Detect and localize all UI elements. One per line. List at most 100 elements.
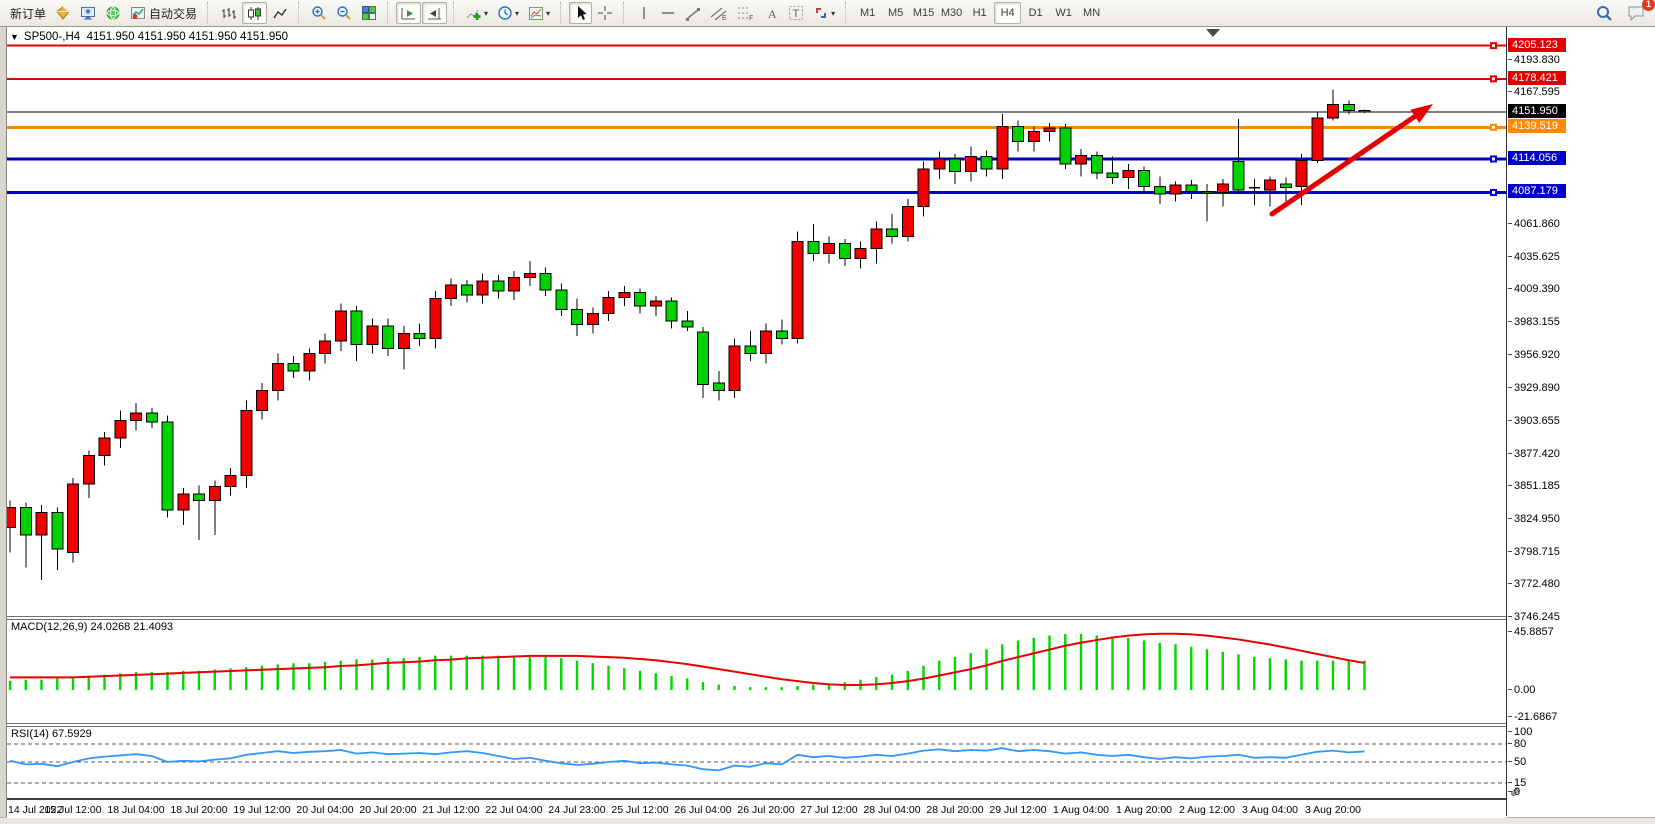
periods-dropdown[interactable]: ▾	[493, 2, 523, 24]
hline-4178-421[interactable]	[7, 75, 1506, 82]
candle-body	[272, 363, 283, 390]
timeframe-button-h1[interactable]: H1	[966, 2, 993, 24]
macd-histogram-bar	[733, 686, 735, 690]
candle-body	[650, 301, 661, 306]
macd-histogram-bar	[355, 659, 357, 690]
candle-body	[115, 421, 126, 438]
candle-body	[1044, 128, 1055, 132]
chart-canvas[interactable]	[7, 28, 1506, 802]
text-icon[interactable]: A	[760, 2, 783, 24]
zoom-in-icon[interactable]	[307, 2, 331, 24]
new-order-button[interactable]: 新订单	[3, 2, 50, 24]
search-button[interactable]	[1592, 2, 1617, 24]
candle-body	[761, 331, 772, 353]
candle-body	[934, 159, 945, 169]
green-globe-icon[interactable]	[101, 2, 125, 24]
timeframe-button-w1[interactable]: W1	[1050, 2, 1077, 24]
candle-body	[241, 411, 252, 476]
candle-body	[446, 285, 457, 299]
candle-body	[461, 285, 472, 295]
time-axis-label: 26 Jul 20:00	[737, 804, 794, 816]
line-chart-icon[interactable]	[268, 2, 292, 24]
candlestick-chart-icon-icon	[246, 6, 263, 21]
hline-4139-519[interactable]	[7, 124, 1506, 131]
trendline-icon[interactable]	[681, 2, 705, 24]
arrows-dropdown[interactable]: ▾	[809, 2, 839, 24]
chart-shift-marker[interactable]	[1206, 29, 1220, 37]
hline-4114-056[interactable]	[7, 156, 1506, 163]
candlestick-chart-icon[interactable]	[242, 2, 267, 24]
candle-body	[603, 297, 614, 313]
time-axis-label: 28 Jul 20:00	[926, 804, 983, 816]
zoom-out-icon[interactable]	[332, 2, 356, 24]
timeframe-button-m5[interactable]: M5	[882, 2, 909, 24]
candle-body	[209, 487, 220, 501]
time-axis-label: 20 Jul 20:00	[359, 804, 416, 816]
time-axis-label: 25 Jul 12:00	[611, 804, 668, 816]
chart-shift-icon[interactable]	[422, 2, 447, 24]
horizontal-line-icon[interactable]	[656, 2, 680, 24]
bar-chart-icon[interactable]	[216, 2, 241, 24]
macd-histogram-bar	[450, 656, 452, 690]
rsi-axis-label: 80	[1514, 738, 1526, 750]
hline-4205-123[interactable]	[7, 42, 1506, 49]
candle-body	[509, 277, 520, 291]
price-tick-label: 3851.185	[1514, 480, 1560, 492]
timeframe-button-d1[interactable]: D1	[1022, 2, 1049, 24]
vertical-line-icon[interactable]	[632, 2, 655, 24]
macd-signal-line	[10, 634, 1365, 685]
chat-badge: 1	[1642, 0, 1655, 11]
line-chart-icon-icon	[272, 6, 288, 21]
price-tick-label: 3798.715	[1514, 546, 1560, 558]
candle-body	[965, 157, 976, 172]
auto-trading-button[interactable]: 自动交易	[126, 2, 201, 24]
time-axis-label: 3 Aug 20:00	[1305, 804, 1361, 816]
candle-body	[146, 413, 157, 422]
auto-scroll-icon[interactable]	[396, 2, 421, 24]
timeframe-button-m1[interactable]: M1	[854, 2, 881, 24]
macd-histogram-bar	[198, 671, 200, 690]
indicators-dropdown[interactable]: ▾	[462, 2, 492, 24]
fibonacci-icon[interactable]: F	[733, 2, 759, 24]
hline-4087-179[interactable]	[7, 189, 1506, 196]
chevron-down-icon: ▾	[546, 9, 550, 18]
auto-trading-icon	[130, 5, 146, 21]
macd-indicator	[9, 634, 1366, 690]
cursor-icon[interactable]	[569, 2, 592, 24]
candle-body	[1123, 170, 1134, 177]
macd-histogram-bar	[9, 681, 11, 690]
candle-body	[320, 341, 331, 353]
timeframe-button-m15[interactable]: M15	[910, 2, 937, 24]
crosshair-icon[interactable]	[593, 2, 617, 24]
macd-histogram-bar	[1348, 661, 1350, 690]
candle-body	[776, 331, 787, 338]
toolbar-separator	[845, 2, 850, 24]
templates-dropdown[interactable]: ▾	[524, 2, 554, 24]
terminal-window: 新订单自动交易▾▾▾EFAT▾M1M5M15M30H1H4D1W1MN1 ▼SP…	[0, 0, 1655, 824]
candle-body	[1107, 173, 1118, 178]
time-axis-label: 24 Jul 23:00	[548, 804, 605, 816]
rsi-axis-label: 50	[1514, 756, 1526, 768]
window-splitter[interactable]	[0, 27, 7, 824]
fibonacci-icon-icon: F	[737, 5, 755, 21]
timeframe-button-h4[interactable]: H4	[994, 2, 1021, 24]
chart-menu-icon[interactable]: ▼	[10, 32, 19, 42]
candle-body	[1202, 191, 1213, 193]
gold-package-icon-icon	[55, 5, 71, 21]
vertical-line-icon-icon	[638, 5, 650, 21]
timeframe-button-mn[interactable]: MN	[1078, 2, 1105, 24]
timeframe-button-m30[interactable]: M30	[938, 2, 965, 24]
time-axis-label: 21 Jul 12:00	[422, 804, 479, 816]
macd-histogram-bar	[1332, 661, 1334, 690]
chat-button[interactable]: 1	[1623, 2, 1649, 24]
candle-body	[225, 475, 236, 486]
channel-icon[interactable]: E	[706, 2, 732, 24]
candle-body	[524, 274, 535, 278]
bar-chart-icon-icon	[220, 6, 237, 21]
user-monitor-icon[interactable]	[76, 2, 100, 24]
gold-package-icon[interactable]	[51, 2, 75, 24]
tile-windows-icon[interactable]	[357, 2, 381, 24]
macd-histogram-bar	[844, 682, 846, 690]
macd-histogram-bar	[1096, 635, 1098, 690]
text-label-icon[interactable]: T	[784, 2, 808, 24]
